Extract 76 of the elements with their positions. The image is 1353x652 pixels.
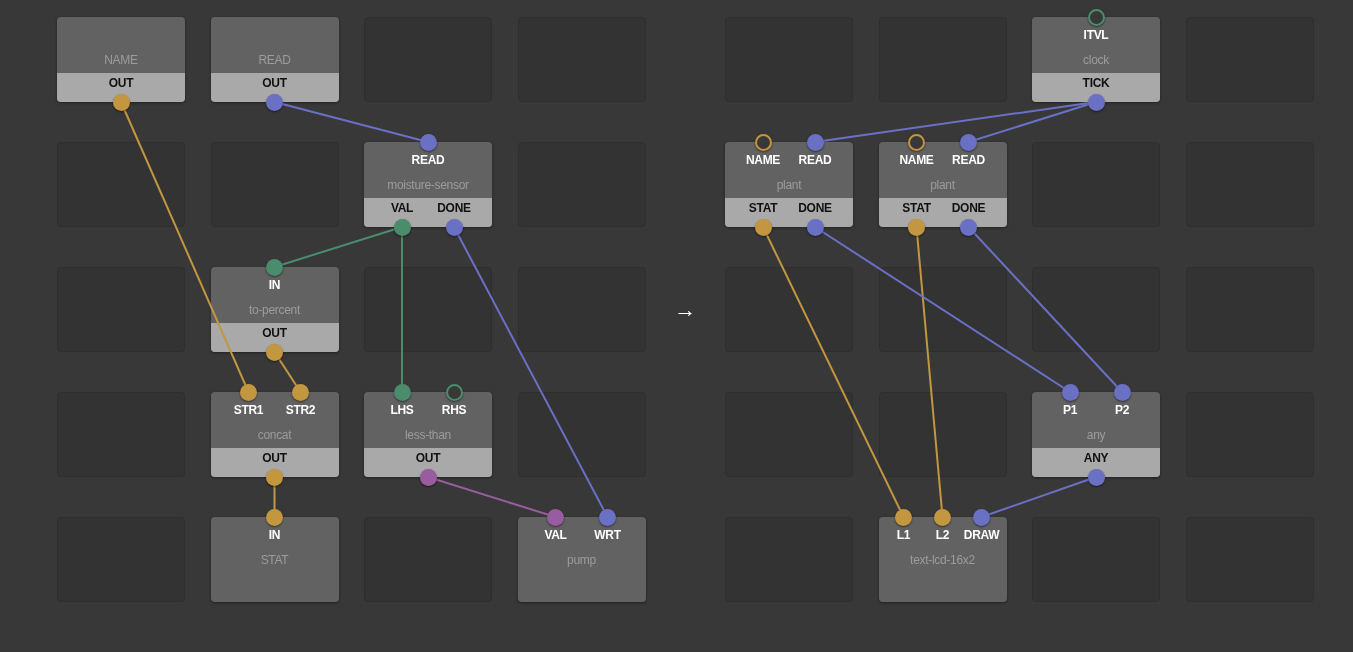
node[interactable]: IN STAT: [210, 517, 339, 602]
node[interactable]: NAME READ plant STAT DONE: [725, 142, 853, 227]
connected-pin[interactable]: [934, 508, 951, 526]
pin-label: STAT: [748, 200, 778, 216]
connected-pin[interactable]: [266, 508, 283, 526]
pin-label: RHS: [441, 402, 467, 418]
pin-label: DONE: [951, 200, 986, 216]
node-type-label: to-percent: [249, 302, 300, 318]
pin-label: P1: [1062, 402, 1078, 418]
node-type-label: plant: [776, 177, 802, 193]
pin-label: IN: [268, 277, 281, 293]
pin-label: OUT: [262, 450, 287, 466]
node-type-label: any: [1086, 427, 1106, 443]
pin-label: L1: [896, 527, 911, 543]
pin-label: STR2: [285, 402, 316, 418]
pin-label: DRAW: [963, 527, 1000, 543]
node-type-label: less-than: [405, 427, 451, 443]
node-type-label: NAME: [104, 52, 138, 68]
connected-pin[interactable]: [266, 258, 283, 276]
node[interactable]: P1 P2 any ANY: [1032, 392, 1160, 477]
pin-label: OUT: [262, 75, 287, 91]
node-type-label: READ: [258, 52, 291, 68]
connected-pin[interactable]: [895, 508, 912, 526]
node[interactable]: NAME READ plant STAT DONE: [878, 142, 1007, 227]
node[interactable]: ITVL clock TICK: [1032, 17, 1160, 102]
pin-label: TICK: [1082, 75, 1110, 91]
node-type-label: moisture-sensor: [387, 177, 469, 193]
pin-label: DONE: [798, 200, 832, 216]
pin-label: ITVL: [1083, 27, 1109, 43]
pin-label: VAL: [544, 527, 567, 543]
arrow-icon: →: [674, 298, 697, 321]
pin-label: L2: [935, 527, 950, 543]
connected-pin[interactable]: [419, 133, 437, 151]
unconnected-pin[interactable]: [908, 133, 925, 151]
node-type-label: plant: [930, 177, 955, 193]
connected-pin[interactable]: [240, 383, 257, 401]
node[interactable]: L1 L2 DRAW text-lcd-16x2: [878, 517, 1007, 602]
pin-label: DONE: [437, 200, 471, 216]
node-type-label: clock: [1083, 52, 1109, 68]
unconnected-pin[interactable]: [445, 383, 463, 401]
connected-pin[interactable]: [393, 383, 411, 401]
node-type-label: concat: [257, 427, 292, 443]
node[interactable]: VAL WRT pump: [517, 517, 646, 602]
node-type-label: text-lcd-16x2: [910, 552, 975, 568]
connected-pin[interactable]: [806, 133, 824, 151]
node[interactable]: LHS RHS less-than OUT: [364, 392, 492, 477]
pin-label: READ: [411, 152, 445, 168]
pin-label: OUT: [108, 75, 134, 91]
unconnected-pin[interactable]: [1087, 8, 1105, 26]
pin-label: STAT: [902, 200, 931, 216]
connected-pin[interactable]: [973, 508, 990, 526]
unconnected-pin[interactable]: [754, 133, 772, 151]
pin-label: LHS: [390, 402, 414, 418]
pin-label: OUT: [262, 325, 287, 341]
pin-label: NAME: [899, 152, 934, 168]
pin-label: WRT: [594, 527, 621, 543]
pin-label: OUT: [415, 450, 441, 466]
pin-label: READ: [952, 152, 985, 168]
connected-pin[interactable]: [292, 383, 309, 401]
connected-pin[interactable]: [547, 508, 564, 526]
pin-label: P2: [1114, 402, 1130, 418]
pin-label: IN: [268, 527, 281, 543]
node-type-label: STAT: [260, 552, 289, 568]
pin-label: STR1: [233, 402, 264, 418]
connected-pin[interactable]: [960, 133, 977, 151]
pin-label: ANY: [1083, 450, 1109, 466]
node[interactable]: STR1 STR2 concat OUT: [210, 392, 339, 477]
pin-label: NAME: [745, 152, 781, 168]
node[interactable]: NAME OUT: [57, 17, 185, 102]
node[interactable]: READ OUT: [210, 17, 339, 102]
connected-pin[interactable]: [599, 508, 616, 526]
pin-label: READ: [798, 152, 832, 168]
node[interactable]: READ moisture-sensor VAL DONE: [364, 142, 492, 227]
node[interactable]: IN to-percent OUT: [210, 267, 339, 352]
node-type-label: pump: [567, 552, 596, 568]
pin-label: VAL: [390, 200, 414, 216]
